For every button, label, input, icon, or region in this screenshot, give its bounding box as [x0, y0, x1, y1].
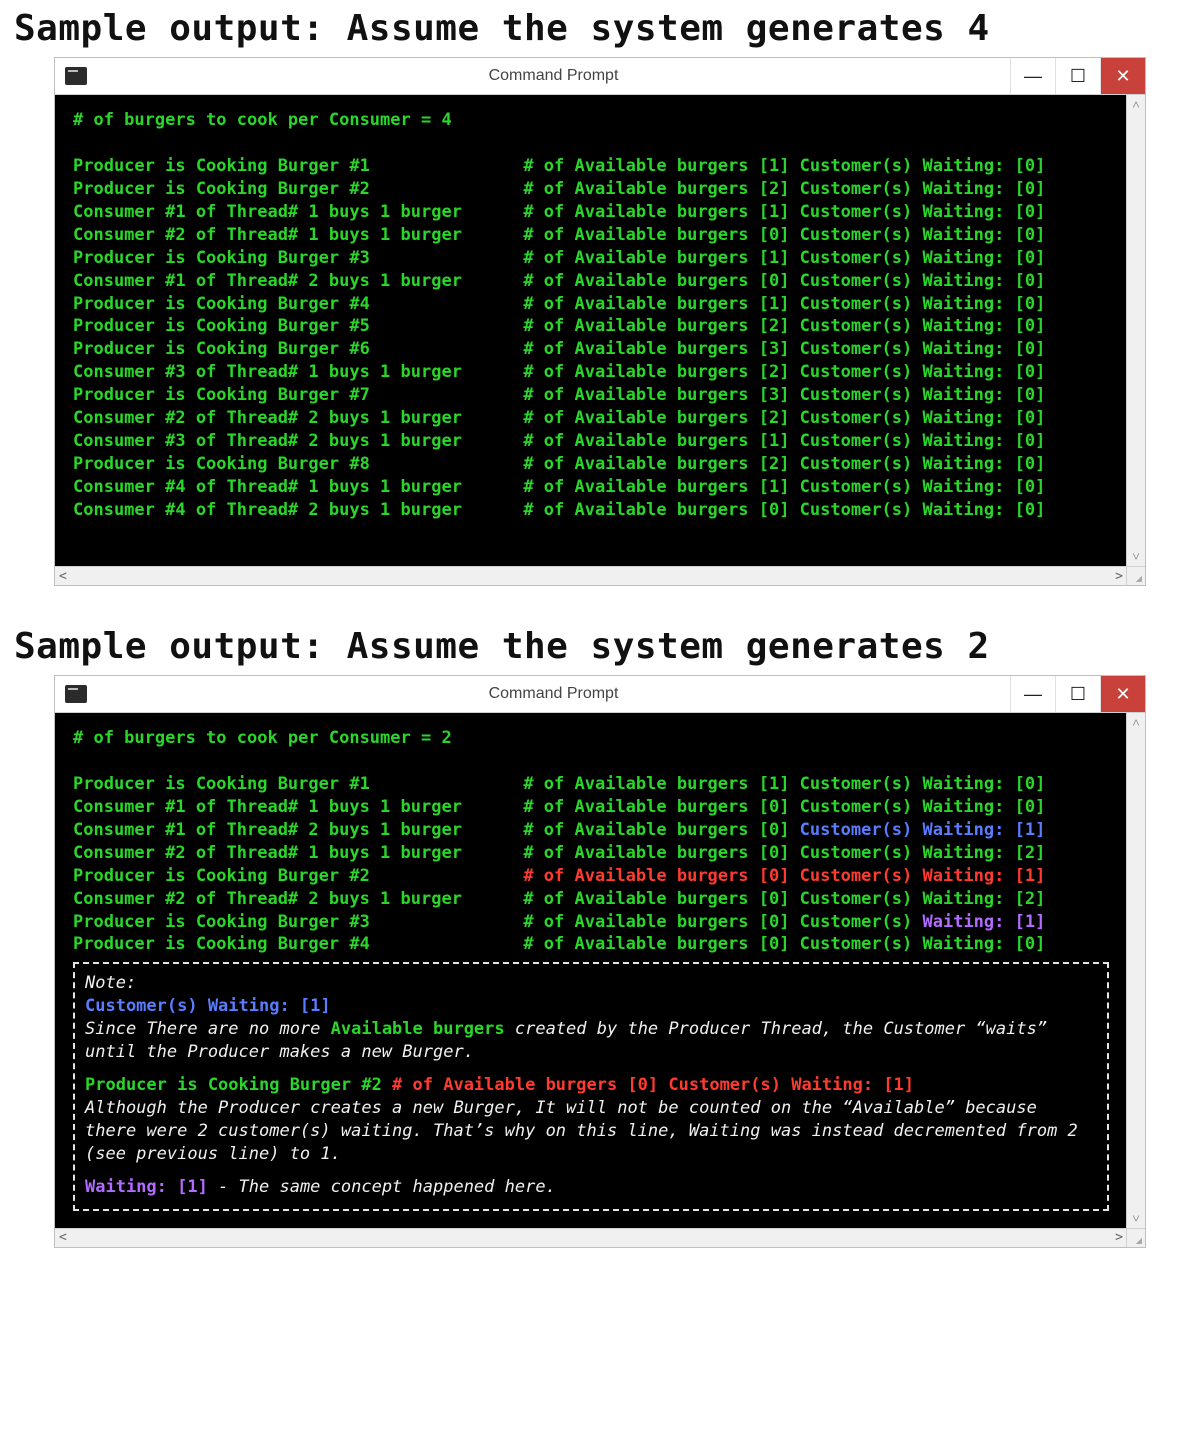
terminal-line: Producer is Cooking Burger #1# of Availa… — [73, 773, 1109, 796]
scroll-up-icon[interactable]: ˄ — [1132, 713, 1139, 733]
terminal-line: Consumer #1 of Thread# 2 buys 1 burger# … — [73, 270, 1109, 293]
terminal-line: Producer is Cooking Burger #1# of Availa… — [73, 155, 1109, 178]
terminal-line: Producer is Cooking Burger #4# of Availa… — [73, 933, 1109, 956]
terminal-output-2: # of burgers to cook per Consumer = 2 Pro… — [55, 713, 1127, 1229]
window-title: Command Prompt — [97, 67, 1010, 85]
horizontal-scrollbar[interactable]: < > — [55, 1228, 1127, 1247]
terminal-line: Producer is Cooking Burger #3# of Availa… — [73, 247, 1109, 270]
titlebar[interactable]: Command Prompt — ☐ ✕ — [55, 58, 1145, 95]
terminal-line: Consumer #1 of Thread# 2 buys 1 burger# … — [73, 819, 1109, 842]
terminal-line: Producer is Cooking Burger #2# of Availa… — [73, 178, 1109, 201]
vertical-scrollbar[interactable]: ˄ ˅ — [1126, 95, 1145, 567]
scroll-right-icon[interactable]: > — [1115, 567, 1123, 586]
terminal-line: Consumer #3 of Thread# 2 buys 1 burger# … — [73, 430, 1109, 453]
terminal-line: Consumer #1 of Thread# 1 buys 1 burger# … — [73, 201, 1109, 224]
titlebar[interactable]: Command Prompt — ☐ ✕ — [55, 676, 1145, 713]
cmd-icon — [65, 67, 87, 85]
terminal-line: Producer is Cooking Burger #7# of Availa… — [73, 384, 1109, 407]
command-prompt-window-2: Command Prompt — ☐ ✕ # of burgers to coo… — [54, 675, 1146, 1248]
note-box: Note:Customer(s) Waiting: [1]Since There… — [73, 962, 1109, 1210]
vertical-scrollbar[interactable]: ˄ ˅ — [1126, 713, 1145, 1229]
scroll-up-icon[interactable]: ˄ — [1132, 95, 1139, 115]
cmd-icon — [65, 685, 87, 703]
terminal-line: Consumer #2 of Thread# 1 buys 1 burger# … — [73, 842, 1109, 865]
minimize-button[interactable]: — — [1010, 58, 1055, 94]
scroll-left-icon[interactable]: < — [59, 567, 67, 586]
scroll-down-icon[interactable]: ˅ — [1132, 547, 1139, 567]
minimize-button[interactable]: — — [1010, 676, 1055, 712]
terminal-line: Producer is Cooking Burger #3# of Availa… — [73, 911, 1109, 934]
maximize-button[interactable]: ☐ — [1055, 58, 1100, 94]
scroll-right-icon[interactable]: > — [1115, 1228, 1123, 1247]
maximize-button[interactable]: ☐ — [1055, 676, 1100, 712]
terminal-line: Consumer #1 of Thread# 1 buys 1 burger# … — [73, 796, 1109, 819]
terminal-line: Consumer #2 of Thread# 1 buys 1 burger# … — [73, 224, 1109, 247]
terminal-line: Consumer #3 of Thread# 1 buys 1 burger# … — [73, 361, 1109, 384]
terminal-line: Producer is Cooking Burger #5# of Availa… — [73, 315, 1109, 338]
terminal-header: # of burgers to cook per Consumer = 4 — [73, 109, 1109, 132]
terminal-line: Consumer #2 of Thread# 2 buys 1 burger# … — [73, 888, 1109, 911]
section-heading-1: Sample output: Assume the system generat… — [14, 8, 1186, 49]
section-heading-2: Sample output: Assume the system generat… — [14, 626, 1186, 667]
terminal-header: # of burgers to cook per Consumer = 2 — [73, 727, 1109, 750]
terminal-line: Producer is Cooking Burger #4# of Availa… — [73, 293, 1109, 316]
window-title: Command Prompt — [97, 685, 1010, 703]
resize-grip-icon[interactable] — [1126, 1228, 1145, 1247]
terminal-output-1: # of burgers to cook per Consumer = 4 Pro… — [55, 95, 1127, 567]
terminal-line: Consumer #4 of Thread# 1 buys 1 burger# … — [73, 476, 1109, 499]
terminal-line: Consumer #2 of Thread# 2 buys 1 burger# … — [73, 407, 1109, 430]
close-button[interactable]: ✕ — [1100, 58, 1145, 94]
close-button[interactable]: ✕ — [1100, 676, 1145, 712]
scroll-down-icon[interactable]: ˅ — [1132, 1209, 1139, 1229]
terminal-line: Producer is Cooking Burger #2# of Availa… — [73, 865, 1109, 888]
terminal-line: Producer is Cooking Burger #8# of Availa… — [73, 453, 1109, 476]
resize-grip-icon[interactable] — [1126, 566, 1145, 585]
terminal-line: Producer is Cooking Burger #6# of Availa… — [73, 338, 1109, 361]
terminal-line: Consumer #4 of Thread# 2 buys 1 burger# … — [73, 499, 1109, 522]
scroll-left-icon[interactable]: < — [59, 1228, 67, 1247]
horizontal-scrollbar[interactable]: < > — [55, 566, 1127, 585]
command-prompt-window-1: Command Prompt — ☐ ✕ # of burgers to coo… — [54, 57, 1146, 586]
